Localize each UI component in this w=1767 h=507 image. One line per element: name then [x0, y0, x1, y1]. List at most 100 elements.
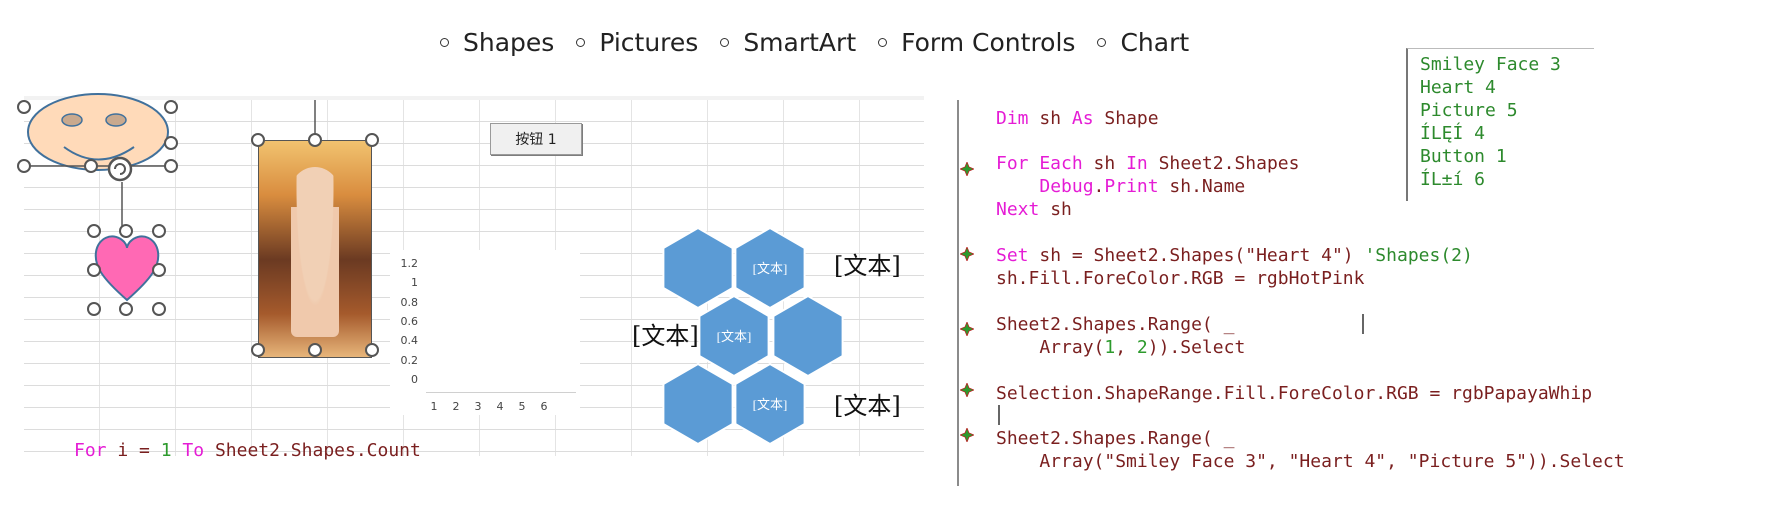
code-line[interactable]: Array(1, 2)).Select [996, 337, 1245, 358]
code-token: . [1093, 176, 1105, 197]
chart-x-axis-line [426, 392, 576, 393]
bullet-circle-icon [440, 37, 449, 47]
resize-handle[interactable] [164, 136, 178, 150]
code-token: Sheet2.Shapes.Range( _ [996, 428, 1235, 449]
bullet-circle-icon [720, 37, 730, 47]
code-token: Set [996, 245, 1029, 266]
immediate-output-line: ÍLĘÍ 4 [1420, 123, 1486, 144]
code-line[interactable]: For Each sh In Sheet2.Shapes [996, 153, 1299, 174]
option-shapes[interactable]: Shapes [440, 28, 554, 57]
code-line[interactable]: Sheet2.Shapes.Range( _ [996, 314, 1234, 335]
chart-x-tick-label: 3 [474, 400, 482, 413]
breakpoint-marker-icon[interactable] [960, 162, 974, 176]
code-token: Next [996, 199, 1040, 220]
chart-area[interactable]: 1.2 1 0.8 0.6 0.4 0.2 0 1 2 3 4 5 6 [390, 250, 580, 415]
code-token: sh.Name [1158, 176, 1246, 197]
immediate-output-line: Picture 5 [1420, 100, 1518, 121]
code-token: Sheet2.Shapes [1147, 153, 1300, 174]
code-token: 2 [1136, 337, 1148, 358]
immediate-output-line: ÍL±í 6 [1420, 169, 1486, 190]
resize-handle[interactable] [119, 302, 133, 316]
code-line[interactable]: Dim sh As Shape [996, 108, 1159, 129]
resize-handle[interactable] [308, 343, 322, 357]
resize-handle[interactable] [251, 343, 265, 357]
resize-handle[interactable] [164, 159, 178, 173]
insert-options-list: Shapes Pictures SmartArt Form Controls Chart [440, 22, 1211, 62]
code-line[interactable]: Debug.Print sh.Name [996, 176, 1245, 197]
person-figure [291, 167, 339, 337]
resize-handle[interactable] [87, 263, 101, 277]
resize-handle[interactable] [84, 159, 98, 173]
resize-handle[interactable] [17, 100, 31, 114]
photo-picture[interactable] [258, 140, 372, 358]
resize-handle[interactable] [251, 133, 265, 147]
code-token: Array("Smiley Face 3", "Heart 4", "Pictu… [996, 451, 1625, 472]
hexagon-shape[interactable] [772, 294, 844, 378]
resize-handle[interactable] [119, 224, 133, 238]
immediate-output-line: Smiley Face 3 [1420, 54, 1561, 75]
option-chart[interactable]: Chart [1097, 28, 1189, 57]
hexagon-shape[interactable] [662, 226, 734, 310]
resize-handle[interactable] [365, 133, 379, 147]
chart-x-tick-label: 5 [518, 400, 526, 413]
breakpoint-marker-icon[interactable] [960, 322, 974, 336]
smartart-callout-1: [文本] [834, 252, 901, 280]
code-token: Array( [996, 337, 1105, 358]
resize-handle[interactable] [152, 302, 166, 316]
breakpoint-marker-icon[interactable] [960, 428, 974, 442]
resize-handle[interactable] [87, 302, 101, 316]
code-token: Debug [1039, 176, 1094, 197]
chart-y-tick-label: 0.6 [400, 315, 419, 328]
chart-x-tick-label: 1 [430, 400, 438, 413]
hexagon-shape[interactable] [662, 362, 734, 446]
code-token: Print [1104, 176, 1159, 197]
rotate-handle-icon[interactable] [106, 155, 134, 183]
code-token: For Each [996, 153, 1083, 174]
code-line[interactable]: Sheet2.Shapes.Range( _ [996, 428, 1234, 449]
option-label: SmartArt [743, 27, 857, 57]
code-token: sh [1082, 153, 1127, 174]
option-label: Shapes [463, 27, 555, 57]
chart-y-tick-label: 1.2 [400, 257, 419, 270]
code-line[interactable]: sh.Fill.ForeColor.RGB = rgbHotPink [996, 268, 1364, 289]
resize-handle[interactable] [152, 224, 166, 238]
option-label: Form Controls [901, 27, 1076, 57]
option-smartart[interactable]: SmartArt [720, 28, 856, 57]
code-token: 'Shapes(2) [1364, 245, 1473, 266]
code-for-loop-line: For i = 1 To Sheet2.Shapes.Count [74, 440, 421, 461]
connector-line [121, 182, 123, 230]
code-token: sh = Sheet2.Shapes("Heart 4") [1028, 245, 1365, 266]
text-cursor [998, 405, 1000, 425]
code-token: , [1115, 337, 1137, 358]
code-line[interactable]: Array("Smiley Face 3", "Heart 4", "Pictu… [996, 451, 1625, 472]
code-line[interactable]: Set sh = Sheet2.Shapes("Heart 4") 'Shape… [996, 245, 1473, 266]
immediate-window[interactable]: Smiley Face 3 Heart 4 Picture 5 ÍLĘÍ 4 Butto… [1406, 48, 1594, 201]
resize-handle[interactable] [87, 224, 101, 238]
immediate-output-line: Button 1 [1420, 146, 1507, 167]
code-token: In [1126, 153, 1148, 174]
option-label: Chart [1120, 27, 1190, 57]
code-token: As [1071, 108, 1094, 129]
breakpoint-marker-icon[interactable] [960, 383, 974, 397]
option-pictures[interactable]: Pictures [576, 28, 698, 57]
code-token: 1 [1104, 337, 1116, 358]
text-cursor [1362, 314, 1364, 334]
form-button-1[interactable]: 按钮 1 [490, 123, 582, 155]
chart-y-tick-label: 1 [411, 276, 418, 290]
breakpoint-marker-icon[interactable] [960, 247, 974, 261]
code-line[interactable]: Selection.ShapeRange.Fill.ForeColor.RGB … [996, 383, 1592, 404]
code-token: sh [1039, 199, 1072, 220]
resize-handle[interactable] [164, 100, 178, 114]
immediate-output-line: Heart 4 [1420, 77, 1496, 98]
option-form-controls[interactable]: Form Controls [878, 28, 1075, 57]
code-line[interactable]: Next sh [996, 199, 1072, 220]
resize-handle[interactable] [365, 343, 379, 357]
chart-y-tick-label: 0.2 [400, 353, 419, 367]
resize-handle[interactable] [17, 159, 31, 173]
resize-handle[interactable] [152, 263, 166, 277]
resize-handle[interactable] [308, 133, 322, 147]
chart-y-tick-label: 0.4 [400, 334, 419, 348]
code-token: Selection.ShapeRange.Fill.ForeColor.RGB … [996, 383, 1593, 404]
code-token: Sheet2.Shapes.Range( _ [996, 314, 1235, 335]
